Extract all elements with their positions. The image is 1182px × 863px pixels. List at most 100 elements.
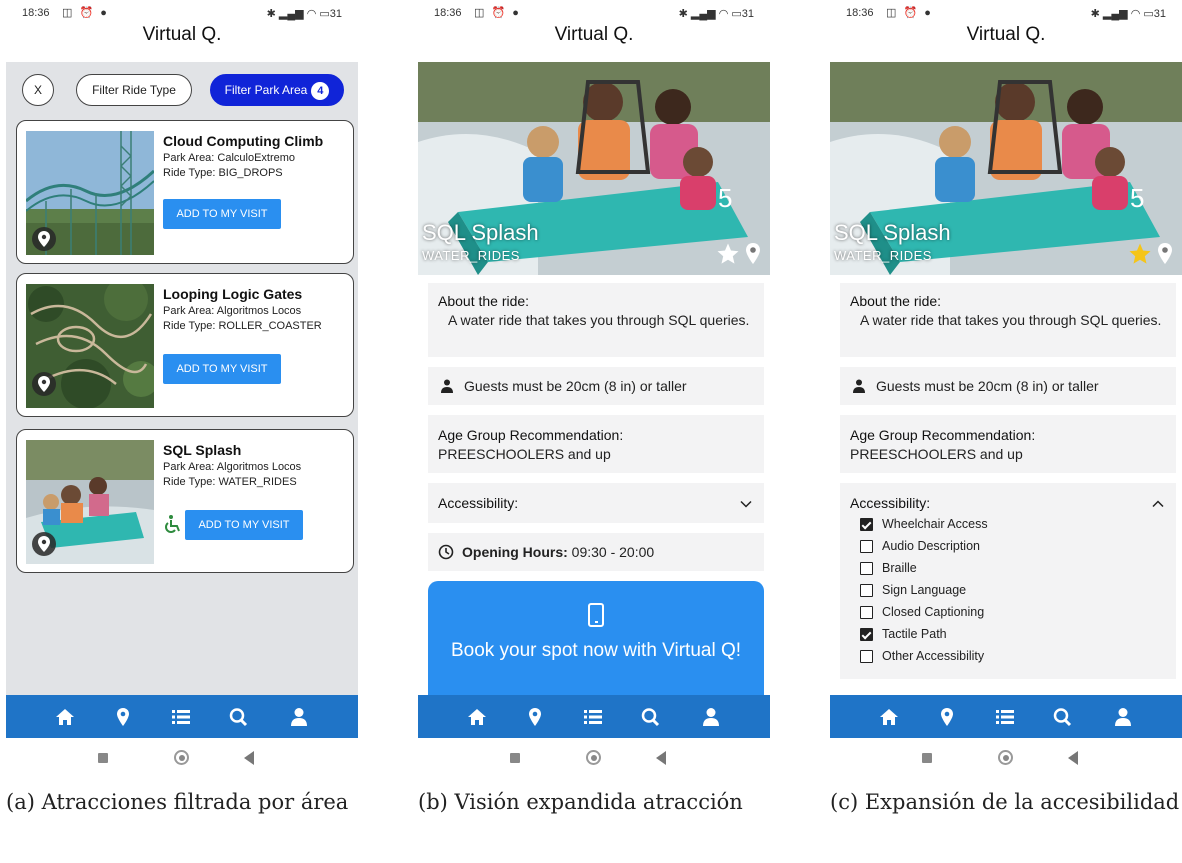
back-icon[interactable] [656,751,666,765]
list-icon[interactable] [170,707,192,727]
map-pin-icon[interactable] [1156,242,1174,266]
favorite-star-icon[interactable] [1128,242,1152,266]
accessibility-panel[interactable]: Accessibility: Wheelchair Access Audio D… [840,483,1176,679]
screen-accessibility-expanded: 18:36 ◫ ⏰ ● ✱ ▂▄▆ ◠ ▭31 Virtual Q. 5 SQL… [830,0,1182,780]
search-icon[interactable] [228,707,250,727]
checkbox-closed-captioning[interactable] [860,606,873,619]
ride-details[interactable]: About the ride: A water ride that takes … [830,275,1182,695]
user-icon[interactable] [700,707,722,727]
ride-hero: 5 SQL Splash WATER_RIDES [418,62,770,275]
list-icon[interactable] [994,707,1016,727]
home-icon[interactable] [54,707,76,727]
ride-category: WATER_RIDES [422,248,520,263]
favorite-star-icon[interactable] [716,242,740,266]
ride-type: Ride Type: ROLLER_COASTER [163,320,322,332]
user-icon[interactable] [1112,707,1134,727]
ride-details[interactable]: About the ride: A water ride that takes … [418,275,770,695]
map-pin-icon[interactable] [32,227,56,251]
accessibility-toggle[interactable]: Accessibility: [428,483,764,523]
opening-hours: Opening Hours: 09:30 - 20:00 [428,533,764,571]
search-icon[interactable] [640,707,662,727]
status-bar: 18:36 ◫ ⏰ ● ✱ ▂▄▆ ◠ ▭31 [6,0,358,24]
recent-apps-icon[interactable] [98,753,108,763]
option-label: Tactile Path [882,627,947,641]
ride-name: Cloud Computing Climb [163,133,324,149]
bottom-nav [6,695,358,738]
age-section: Age Group Recommendation: PREESCHOOLERS … [428,415,764,473]
about-text: A water ride that takes you through SQL … [860,312,1162,328]
search-icon[interactable] [1052,707,1074,727]
ride-list[interactable]: X Filter Ride Type Filter Park Area 4 Cl… [6,62,358,695]
user-icon[interactable] [288,707,310,727]
map-pin-icon[interactable] [32,372,56,396]
back-icon[interactable] [1068,751,1078,765]
recent-apps-icon[interactable] [510,753,520,763]
bottom-nav [830,695,1182,738]
ride-category: WATER_RIDES [834,248,932,263]
map-pin-icon[interactable] [524,707,546,727]
option-label: Audio Description [882,539,980,553]
home-button-icon[interactable] [998,750,1013,765]
book-spot-button[interactable]: Book your spot now with Virtual Q! [428,581,764,695]
system-nav-bar [6,738,358,780]
checkbox-audio-description[interactable] [860,540,873,553]
ride-card[interactable]: SQL Splash Park Area: Algoritmos Locos R… [16,429,354,573]
add-to-visit-button[interactable]: ADD TO MY VISIT [163,354,281,384]
age-text: PREESCHOOLERS and up [850,446,1023,462]
map-pin-icon[interactable] [936,707,958,727]
app-title: Virtual Q. [554,24,634,45]
height-text: Guests must be 20cm (8 in) or taller [876,378,1099,394]
status-time: 18:36 [22,7,50,19]
svg-text:5: 5 [718,183,732,213]
home-button-icon[interactable] [586,750,601,765]
status-indicators: ✱ ▂▄▆ ◠ ▭31 [678,8,754,20]
home-icon[interactable] [878,707,900,727]
add-to-visit-button[interactable]: ADD TO MY VISIT [163,199,281,229]
ride-card[interactable]: Looping Logic Gates Park Area: Algoritmo… [16,273,354,417]
checkbox-sign-language[interactable] [860,584,873,597]
notification-icons: ◫ ⏰ ● [62,7,109,19]
status-bar: 18:36 ◫ ⏰ ● ✱ ▂▄▆ ◠ ▭31 [830,0,1182,24]
map-pin-icon[interactable] [32,532,56,556]
add-to-visit-button[interactable]: ADD TO MY VISIT [185,510,303,540]
back-icon[interactable] [244,751,254,765]
list-icon[interactable] [582,707,604,727]
book-spot-text: Book your spot now with Virtual Q! [450,640,742,661]
home-button-icon[interactable] [174,750,189,765]
checkbox-tactile-path[interactable] [860,628,873,641]
recent-apps-icon[interactable] [922,753,932,763]
ride-name: SQL Splash [163,442,242,458]
battery-level: 31 [329,8,342,20]
chevron-down-icon[interactable] [740,500,752,508]
person-icon [853,379,865,393]
notification-icons: ◫ ⏰ ● [474,7,521,19]
clear-filters-button[interactable]: X [22,74,54,106]
ride-type: Ride Type: WATER_RIDES [163,476,297,488]
map-pin-icon[interactable] [112,707,134,727]
status-time: 18:36 [434,7,462,19]
age-label: Age Group Recommendation: [438,427,624,443]
chevron-up-icon[interactable] [1152,500,1164,508]
about-label: About the ride: [850,293,942,309]
filter-ride-type-button[interactable]: Filter Ride Type [76,74,192,106]
checkbox-other-accessibility[interactable] [860,650,873,663]
ride-park-area: Park Area: Algoritmos Locos [163,461,302,473]
home-icon[interactable] [466,707,488,727]
status-time: 18:36 [846,7,874,19]
filter-park-area-button[interactable]: Filter Park Area 4 [210,74,344,106]
checkbox-braille[interactable] [860,562,873,575]
map-pin-icon[interactable] [744,242,762,266]
filter-park-area-label: Filter Park Area [224,83,308,97]
about-label: About the ride: [438,293,530,309]
filter-chips: X Filter Ride Type Filter Park Area 4 [20,74,348,108]
age-label: Age Group Recommendation: [850,427,1036,443]
ride-card[interactable]: Cloud Computing Climb Park Area: Calculo… [16,120,354,264]
accessibility-label: Accessibility: [850,495,931,511]
opening-hours-label: Opening Hours: [462,544,568,560]
height-requirement: Guests must be 20cm (8 in) or taller [840,367,1176,405]
screen-ride-detail: 18:36 ◫ ⏰ ● ✱ ▂▄▆ ◠ ▭31 Virtual Q. 5 SQL… [418,0,770,780]
checkbox-wheelchair-access[interactable] [860,518,873,531]
clock-icon [438,544,454,560]
app-title: Virtual Q. [142,24,222,45]
status-bar: 18:36 ◫ ⏰ ● ✱ ▂▄▆ ◠ ▭31 [418,0,770,24]
